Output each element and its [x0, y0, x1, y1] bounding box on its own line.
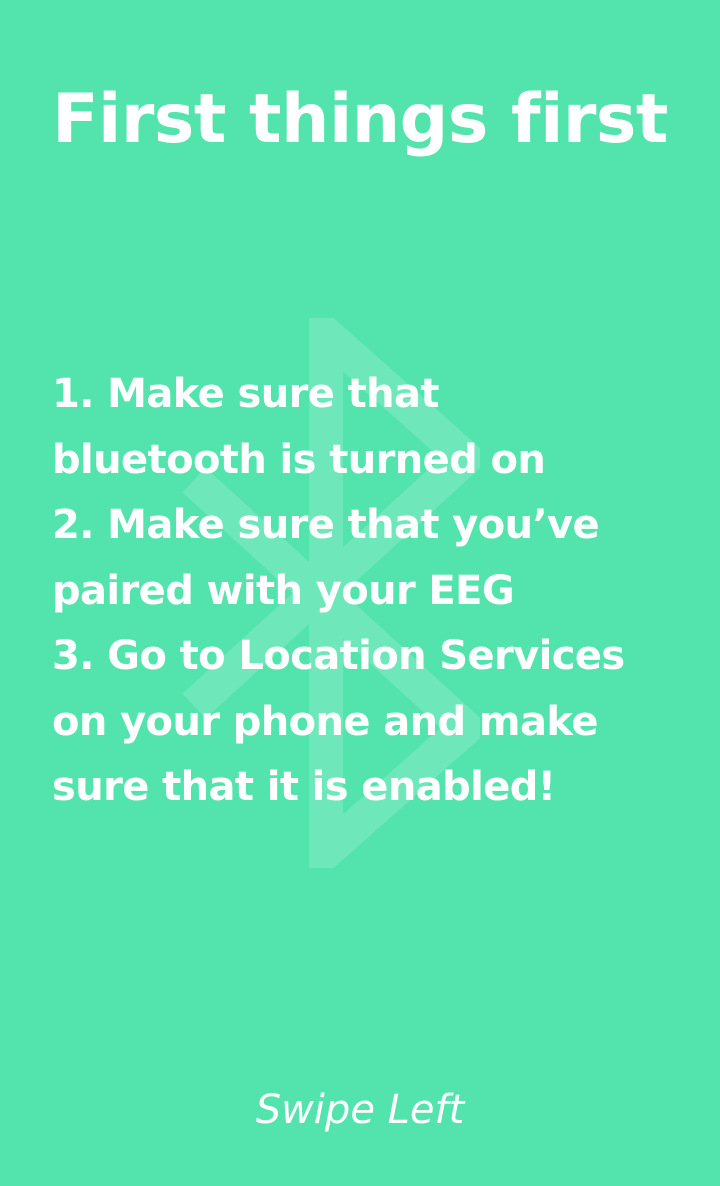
swipe-hint: Swipe Left: [255, 1087, 465, 1133]
instructions-list: 1. Make sure that bluetooth is turned on…: [52, 362, 692, 821]
page-title: First things first: [52, 80, 668, 159]
instruction-step-3: 3. Go to Location Services on your phone…: [52, 633, 625, 810]
instruction-step-2: 2. Make sure that you’ve paired with you…: [52, 502, 600, 614]
instruction-step-1: 1. Make sure that bluetooth is turned on: [52, 371, 546, 483]
onboarding-screen[interactable]: First things first 1. Make sure that blu…: [0, 0, 720, 1186]
